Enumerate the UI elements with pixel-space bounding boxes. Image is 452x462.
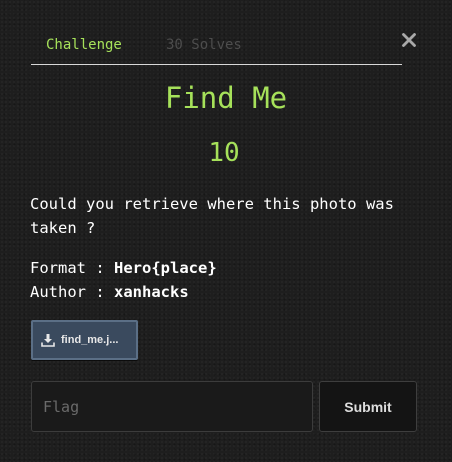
submit-button[interactable]: Submit	[319, 381, 417, 432]
challenge-modal: Challenge 30 Solves Find Me 10 Could you…	[0, 0, 452, 462]
author-value: xanhacks	[114, 283, 189, 301]
challenge-points: 10	[208, 138, 240, 168]
download-icon	[41, 334, 55, 347]
file-name: find_me.j...	[61, 334, 119, 346]
challenge-description: Could you retrieve where this photo was …	[30, 195, 394, 237]
format-label: Format :	[30, 259, 114, 277]
format-line: Format : Hero{place}	[30, 256, 217, 280]
tab-challenge[interactable]: Challenge	[46, 36, 122, 54]
format-value: Hero{place}	[114, 259, 217, 277]
author-line: Author : xanhacks	[30, 280, 189, 304]
close-button[interactable]	[399, 30, 419, 50]
file-download-button[interactable]: find_me.j...	[31, 320, 138, 360]
flag-input[interactable]	[31, 381, 313, 432]
author-label: Author :	[30, 283, 114, 301]
tab-solves[interactable]: 30 Solves	[166, 36, 242, 54]
tab-bar: Challenge 30 Solves	[31, 28, 402, 65]
challenge-title: Find Me	[164, 81, 288, 115]
close-icon	[402, 33, 416, 47]
